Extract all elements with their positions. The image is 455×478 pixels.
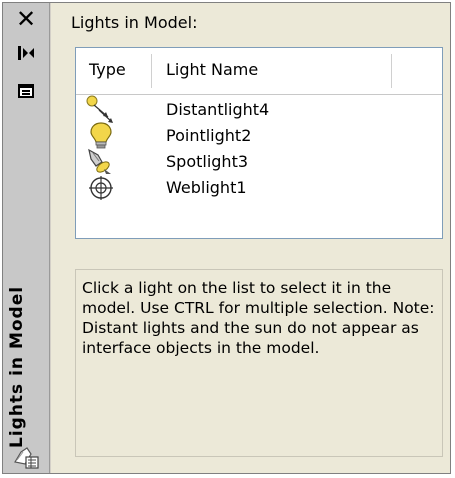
palette-titlebar[interactable]: ✕ Lights in Model — [3, 3, 50, 473]
list-item[interactable]: Spotlight3 — [76, 148, 442, 176]
autohide-button[interactable] — [11, 41, 41, 65]
column-header-light-name[interactable]: Light Name — [166, 60, 258, 79]
list-item[interactable]: Pointlight2 — [76, 122, 442, 150]
palette-menu-icon[interactable] — [11, 440, 41, 470]
close-icon: ✕ — [15, 5, 37, 33]
light-name: Weblight1 — [166, 178, 247, 197]
lights-in-model-palette: ✕ Lights in Model Lights in Model: Type … — [2, 2, 451, 474]
list-item[interactable]: Weblight1 — [76, 176, 442, 202]
autohide-icon — [18, 46, 34, 60]
light-name: Distantlight4 — [166, 100, 270, 119]
list-item[interactable]: Distantlight4 — [76, 95, 442, 124]
help-text-box: Click a light on the list to select it i… — [75, 269, 443, 457]
close-button[interactable]: ✕ — [11, 7, 41, 31]
properties-button[interactable] — [11, 79, 41, 103]
column-divider[interactable] — [391, 54, 392, 88]
palette-title: Lights in Model — [7, 285, 27, 448]
column-divider[interactable] — [151, 54, 152, 88]
lights-list[interactable]: Type Light Name Distantlight4 Pointlight… — [75, 47, 443, 239]
light-name: Spotlight3 — [166, 152, 249, 171]
palette-content: Lights in Model: Type Light Name Distant… — [51, 3, 450, 473]
light-name: Pointlight2 — [166, 126, 252, 145]
help-text: Click a light on the list to select it i… — [82, 279, 435, 357]
web-light-icon — [89, 176, 113, 200]
list-header: Type Light Name — [76, 48, 442, 95]
section-label: Lights in Model: — [71, 13, 198, 32]
column-header-type[interactable]: Type — [89, 60, 126, 79]
properties-icon — [18, 84, 34, 98]
